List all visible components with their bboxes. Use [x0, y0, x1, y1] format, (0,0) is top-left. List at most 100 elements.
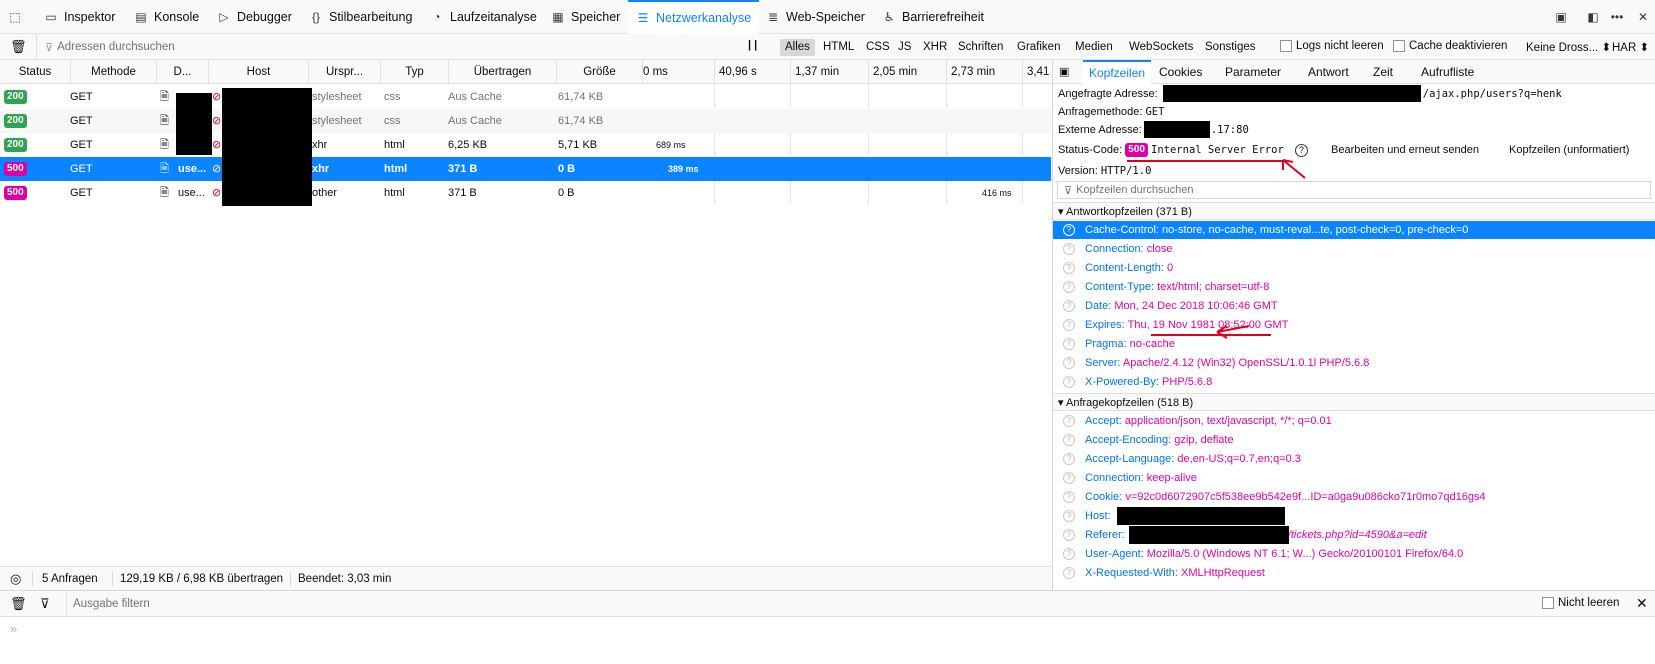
tab-network[interactable]: ☰ Netzwerkanalyse: [628, 0, 760, 34]
har-menu-button[interactable]: HAR ⬍: [1612, 40, 1649, 54]
help-icon: ?: [1063, 357, 1075, 369]
header-row[interactable]: ? Connection: close: [1053, 240, 1655, 258]
annotation-arrow-icon: [1282, 159, 1306, 179]
network-status-bar: ◎ 5 Anfragen 129,19 KB / 6,98 KB übertra…: [0, 566, 1051, 590]
console-filter-input[interactable]: Ausgabe filtern: [66, 591, 1366, 617]
edit-resend-button[interactable]: Bearbeiten und erneut senden: [1331, 141, 1479, 159]
header-row[interactable]: ? Cookie: v=92c0d6072907c5f538ee9b542e9f.…: [1053, 488, 1655, 506]
console-input[interactable]: [26, 621, 1646, 641]
header-row[interactable]: ? Content-Type: text/html; charset=utf-8: [1053, 278, 1655, 296]
header-row[interactable]: ? Accept-Encoding: gzip, deflate: [1053, 431, 1655, 449]
console-persist-checkbox[interactable]: Nicht leeren: [1542, 597, 1619, 609]
request-method: GET: [70, 139, 93, 151]
request-size: 5,71 KB: [558, 139, 598, 151]
header-row[interactable]: ? Content-Length: 0: [1053, 259, 1655, 277]
request-headers-section[interactable]: ▾ Anfragekopfzeilen (518 B): [1053, 393, 1655, 411]
settings-button[interactable]: ▣: [1554, 0, 1568, 34]
status-badge: 500: [4, 186, 27, 200]
clear-requests-icon[interactable]: 🗑: [10, 39, 27, 55]
tab-memory[interactable]: ▦ Speicher: [551, 0, 620, 34]
tab-response[interactable]: Antwort: [1302, 60, 1355, 84]
request-row[interactable]: 200 GET 🗎 ⊘ stylesheet css Aus Cache 61,…: [0, 85, 1051, 109]
column-host[interactable]: Host: [208, 60, 308, 84]
help-icon[interactable]: ?: [1294, 143, 1308, 157]
filter-type-js[interactable]: JS: [893, 39, 916, 56]
raw-headers-toggle[interactable]: Kopfzeilen (unformatiert): [1509, 141, 1629, 159]
waterfall-tick: 1,37 min: [790, 60, 862, 84]
element-picker-button[interactable]: ⬚: [8, 0, 22, 34]
tab-params[interactable]: Parameter: [1219, 60, 1287, 84]
tab-performance[interactable]: ◔ Laufzeitanalyse: [430, 0, 537, 34]
file-icon: 🗎: [160, 163, 169, 175]
column-cause[interactable]: Urspr...: [308, 60, 380, 84]
tab-debugger[interactable]: ▷ Debugger: [217, 0, 292, 34]
request-row[interactable]: 200 GET 🗎 ⊘ xhr html 6,25 KB 5,71 KB 689…: [0, 133, 1051, 157]
header-row[interactable]: ? Expires: Thu, 19 Nov 1981 08:52:00 GMT: [1053, 316, 1655, 334]
file-icon: 🗎: [160, 91, 169, 103]
tab-console[interactable]: ▤ Konsole: [134, 0, 199, 34]
filter-icon[interactable]: ⊽: [40, 596, 50, 612]
checkbox-icon: [1542, 597, 1554, 609]
column-file[interactable]: D...: [156, 60, 208, 84]
performance-analysis-icon[interactable]: ◎: [10, 567, 21, 591]
filter-type-websockets[interactable]: WebSockets: [1124, 39, 1198, 56]
header-row[interactable]: ? X-Requested-With: XMLHttpRequest: [1053, 564, 1655, 582]
filter-type-other[interactable]: Sonstiges: [1200, 39, 1261, 56]
close-toolbox-button[interactable]: ✕: [1636, 0, 1650, 34]
tab-inspector[interactable]: ▭ Inspektor: [44, 0, 115, 34]
column-type[interactable]: Typ: [380, 60, 448, 84]
header-row-selected[interactable]: ? Cache-Control: no-store, no-cache, must…: [1053, 221, 1655, 239]
column-status[interactable]: Status: [0, 60, 70, 84]
filter-type-fonts[interactable]: Schriften: [953, 39, 1008, 56]
console-prompt-icon: »: [10, 621, 18, 636]
tab-cookies[interactable]: Cookies: [1153, 60, 1208, 84]
column-method[interactable]: Methode: [70, 60, 156, 84]
tab-timings[interactable]: Zeit: [1367, 60, 1399, 84]
filter-type-media[interactable]: Medien: [1070, 39, 1118, 56]
header-row[interactable]: ? Accept-Language: de,en-US;q=0.7,en;q=0.…: [1053, 450, 1655, 468]
accessibility-icon: ♿: [883, 10, 895, 24]
request-timing-label: 416 ms: [982, 188, 1012, 198]
request-row[interactable]: 200 GET 🗎 ⊘ stylesheet css Aus Cache 61,…: [0, 109, 1051, 133]
tab-style-editor[interactable]: {} Stilbearbeitung: [309, 0, 412, 34]
tab-accessibility[interactable]: ♿ Barrierefreiheit: [882, 0, 984, 34]
filter-icon: ⊽: [45, 41, 54, 54]
header-row[interactable]: ? Pragma: no-cache: [1053, 335, 1655, 353]
clear-console-icon[interactable]: 🗑: [10, 596, 27, 612]
tab-headers[interactable]: Kopfzeilen: [1083, 60, 1152, 84]
persist-logs-checkbox[interactable]: Logs nicht leeren: [1280, 40, 1384, 52]
filter-type-css[interactable]: CSS: [861, 39, 895, 56]
network-filter-bar: 🗑 ⊽ Adressen durchsuchen | | Alles HTML …: [0, 34, 1655, 60]
filter-type-xhr[interactable]: XHR: [918, 39, 952, 56]
picker-icon: ⬚: [9, 10, 21, 24]
close-console-icon[interactable]: ✕: [1636, 595, 1648, 612]
dock-button[interactable]: ◧: [1586, 0, 1600, 34]
header-row[interactable]: ? Date: Mon, 24 Dec 2018 10:06:46 GMT: [1053, 297, 1655, 315]
request-type: css: [384, 91, 401, 103]
request-row-selected[interactable]: 500 GET 🗎 use... ⊘ xhr html 371 B 0 B 38…: [0, 157, 1051, 181]
status-badge: 200: [4, 90, 27, 104]
column-transferred[interactable]: Übertragen: [448, 60, 556, 84]
headers-filter-input[interactable]: ⊽ Kopfzeilen durchsuchen: [1057, 181, 1651, 199]
header-row[interactable]: ? Server: Apache/2.4.12 (Win32) OpenSSL/1…: [1053, 354, 1655, 372]
filter-type-images[interactable]: Grafiken: [1012, 39, 1065, 56]
request-count: 5 Anfragen: [42, 573, 98, 585]
header-row[interactable]: ? Connection: keep-alive: [1053, 469, 1655, 487]
filter-type-all[interactable]: Alles: [780, 39, 815, 56]
more-menu-button[interactable]: •••: [1610, 0, 1624, 34]
url-filter-input[interactable]: ⊽ Adressen durchsuchen: [36, 34, 736, 60]
header-row[interactable]: ? Accept: application/json, text/javascri…: [1053, 412, 1655, 430]
response-headers-section[interactable]: ▾ Antwortkopfzeilen (371 B): [1053, 202, 1655, 220]
column-size[interactable]: Größe: [556, 60, 642, 84]
tab-storage[interactable]: ≣ Web-Speicher: [766, 0, 865, 34]
tab-stack-trace[interactable]: Aufrufliste: [1415, 60, 1480, 84]
throttling-select[interactable]: Keine Dross... ⬍: [1526, 40, 1611, 54]
toggle-sidebar-icon[interactable]: ▣: [1059, 65, 1069, 78]
header-row[interactable]: ? X-Powered-By: PHP/5.6.8: [1053, 373, 1655, 391]
request-type: css: [384, 115, 401, 127]
request-row[interactable]: 500 GET 🗎 use... ⊘ other html 371 B 0 B …: [0, 181, 1051, 205]
header-row[interactable]: ? User-Agent: Mozilla/5.0 (Windows NT 6.1…: [1053, 545, 1655, 563]
filter-type-html[interactable]: HTML: [818, 39, 859, 56]
pause-icon[interactable]: | |: [748, 39, 757, 51]
disable-cache-checkbox[interactable]: Cache deaktivieren: [1393, 40, 1507, 52]
